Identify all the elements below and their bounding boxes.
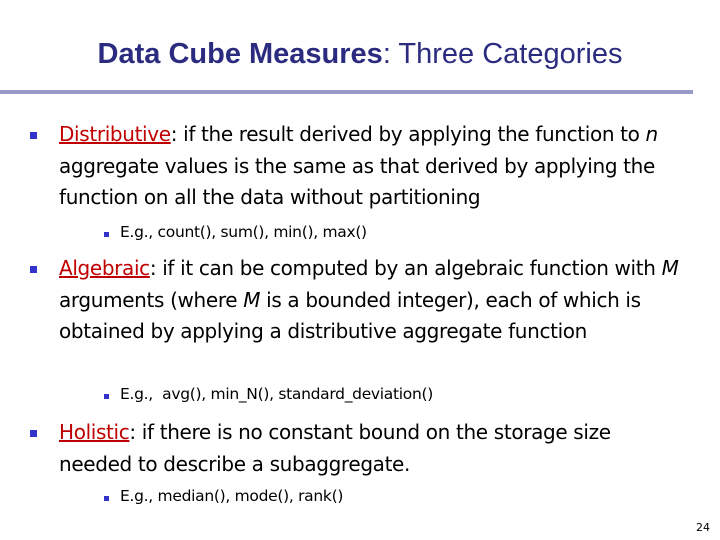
- title-divider: [0, 90, 693, 94]
- variable-m: M: [243, 287, 261, 312]
- page-number: 24: [696, 521, 710, 534]
- title-bold: Data Cube Measures: [97, 38, 383, 70]
- bullet-icon: [30, 132, 37, 139]
- item-text: : if the result derived by applying the …: [170, 122, 646, 146]
- example-distributive: E.g., count(), sum(), min(), max(): [120, 223, 367, 241]
- bullet-icon: [30, 430, 37, 437]
- item-distributive: Distributive: if the result derived by a…: [59, 119, 699, 214]
- item-text: aggregate values is the same as that der…: [59, 153, 655, 210]
- sub-bullet-icon: [104, 232, 109, 237]
- variable-n: n: [645, 122, 659, 146]
- bullet-icon: [30, 266, 37, 273]
- item-text: : if there is no constant bound on the s…: [59, 420, 611, 476]
- item-text: : if it can be computed by an algebraic …: [149, 256, 662, 280]
- item-holistic: Holistic: if there is no constant bound …: [59, 417, 679, 480]
- term-distributive[interactable]: Distributive: [59, 122, 171, 146]
- sub-bullet-icon: [104, 496, 109, 501]
- item-algebraic: Algebraic: if it can be computed by an a…: [59, 253, 699, 348]
- sub-bullet-icon: [104, 394, 109, 399]
- example-holistic: E.g., median(), mode(), rank(): [120, 487, 344, 505]
- title-rest: : Three Categories: [382, 38, 623, 70]
- term-algebraic[interactable]: Algebraic: [59, 256, 150, 280]
- example-algebraic: E.g., avg(), min_N(), standard_deviation…: [120, 385, 433, 403]
- term-holistic[interactable]: Holistic: [59, 420, 130, 444]
- variable-m: M: [661, 256, 679, 280]
- slide-title: Data Cube Measures: Three Categories: [0, 38, 720, 71]
- item-text: arguments (where: [59, 287, 244, 312]
